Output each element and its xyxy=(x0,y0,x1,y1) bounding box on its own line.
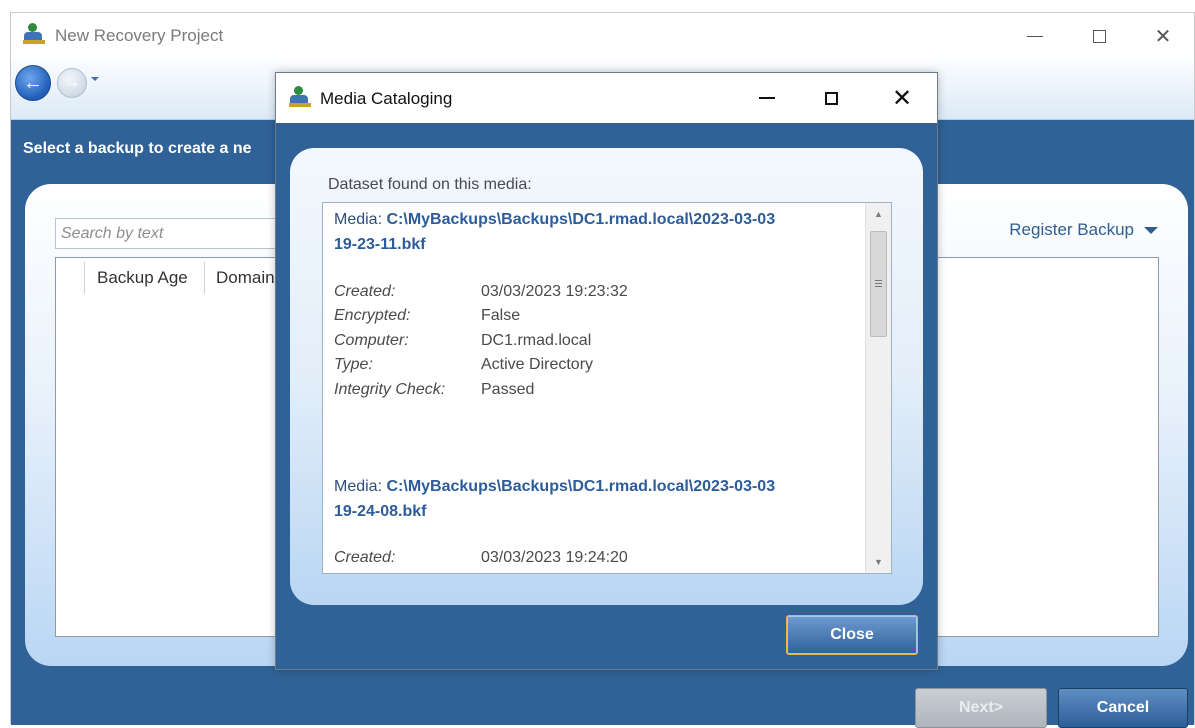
media-path-line-1: Media: C:\MyBackups\Backups\DC1.rmad.loc… xyxy=(334,474,854,499)
close-window-button[interactable]: ✕ xyxy=(1143,21,1183,51)
main-titlebar: New Recovery Project ✕ xyxy=(11,13,1194,59)
close-button[interactable]: Close xyxy=(786,615,918,655)
cancel-button[interactable]: Cancel xyxy=(1058,688,1188,728)
dialog-titlebar: Media Cataloging ✕ xyxy=(276,73,937,123)
media-entry: Media: C:\MyBackups\Backups\DC1.rmad.loc… xyxy=(334,207,854,257)
integrity-value: Passed xyxy=(481,381,535,398)
dialog-title: Media Cataloging xyxy=(320,89,453,108)
scroll-down-icon[interactable]: ▼ xyxy=(874,557,883,567)
column-domain[interactable]: Domain xyxy=(216,268,275,288)
search-placeholder: Search by text xyxy=(61,225,164,242)
media-entry: Media: C:\MyBackups\Backups\DC1.rmad.loc… xyxy=(334,474,854,524)
dialog-close-button[interactable]: ✕ xyxy=(882,83,922,113)
forward-button[interactable]: → xyxy=(57,68,87,98)
media-path: C:\MyBackups\Backups\DC1.rmad.local\2023… xyxy=(386,478,776,495)
column-backup-age[interactable]: Backup Age xyxy=(97,268,188,288)
register-backup-label: Register Backup xyxy=(1009,220,1134,239)
minimize-icon xyxy=(759,97,775,99)
created-value: 03/03/2023 19:24:20 xyxy=(481,549,628,566)
created-label: Created: xyxy=(334,549,396,566)
dataset-caption: Dataset found on this media: xyxy=(328,176,532,193)
app-logo-icon xyxy=(23,23,45,45)
app-logo-icon xyxy=(289,86,311,108)
type-label: Type: xyxy=(334,356,373,373)
integrity-label: Integrity Check: xyxy=(334,381,446,398)
maximize-icon xyxy=(1092,29,1106,43)
created-label: Created: xyxy=(334,283,396,300)
scroll-up-icon[interactable]: ▲ xyxy=(874,209,883,219)
next-button[interactable]: Next> xyxy=(915,688,1047,728)
media-path-line-1: Media: C:\MyBackups\Backups\DC1.rmad.loc… xyxy=(334,207,854,232)
media-cataloging-dialog: Media Cataloging ✕ Dataset found on this… xyxy=(275,72,938,670)
dialog-panel: Dataset found on this media: Media: C:\M… xyxy=(290,148,923,605)
dialog-minimize-button[interactable] xyxy=(747,83,787,113)
minimize-icon xyxy=(1027,35,1043,37)
encrypted-label: Encrypted: xyxy=(334,307,411,324)
register-backup-button[interactable]: Register Backup xyxy=(1009,220,1158,240)
dataset-list[interactable]: Media: C:\MyBackups\Backups\DC1.rmad.loc… xyxy=(322,202,892,574)
window-title: New Recovery Project xyxy=(55,26,224,45)
instruction-text: Select a backup to create a ne xyxy=(23,140,252,157)
media-prefix: Media: xyxy=(334,211,383,228)
media-path: C:\MyBackups\Backups\DC1.rmad.local\2023… xyxy=(386,211,776,228)
column-separator xyxy=(84,262,85,294)
column-separator xyxy=(204,262,205,294)
dialog-maximize-button[interactable] xyxy=(811,83,851,113)
dropdown-arrow-icon xyxy=(1144,226,1158,234)
minimize-button[interactable] xyxy=(1015,21,1055,51)
maximize-button[interactable] xyxy=(1079,21,1119,51)
type-value: Active Directory xyxy=(481,356,594,373)
media-path-line-2: 19-24-08.bkf xyxy=(334,503,427,520)
computer-label: Computer: xyxy=(334,332,409,349)
computer-value: DC1.rmad.local xyxy=(481,332,592,349)
close-icon: ✕ xyxy=(891,84,913,112)
media-prefix: Media: xyxy=(334,478,383,495)
encrypted-value: False xyxy=(481,307,521,324)
history-dropdown-icon[interactable] xyxy=(91,77,99,81)
back-button[interactable]: ← xyxy=(15,65,51,101)
back-arrow-icon: ← xyxy=(23,71,43,94)
media-path-line-2: 19-23-11.bkf xyxy=(334,236,426,253)
maximize-icon xyxy=(824,91,838,105)
scroll-thumb[interactable] xyxy=(870,231,887,337)
created-value: 03/03/2023 19:23:32 xyxy=(481,283,628,300)
vertical-scrollbar[interactable]: ▲ ▼ xyxy=(865,203,891,573)
forward-arrow-icon: → xyxy=(64,74,80,91)
close-icon: ✕ xyxy=(1154,25,1172,48)
search-input[interactable]: Search by text xyxy=(55,218,285,249)
